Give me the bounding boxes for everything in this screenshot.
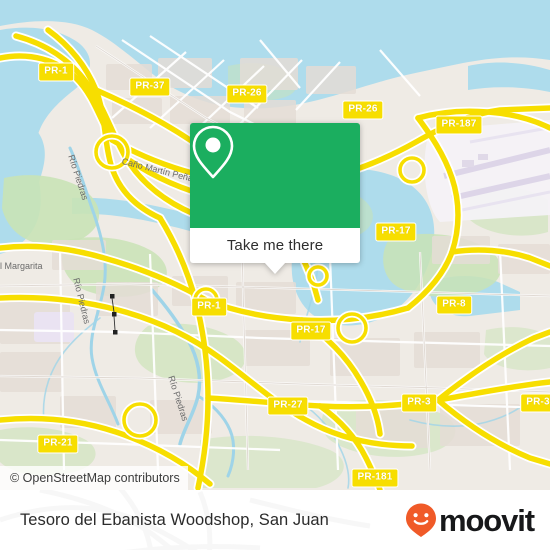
moovit-logo[interactable]: moovit (404, 502, 535, 538)
road-shield: PR-187 (435, 115, 483, 135)
moovit-wordmark: moovit (438, 502, 535, 538)
road-shield: PR-181 (351, 468, 399, 488)
map-pin-icon (192, 125, 234, 179)
popup-footer[interactable]: Take me there (190, 228, 360, 274)
road-shield: PR-37 (129, 77, 171, 97)
road-shield: PR-1 (38, 62, 74, 82)
map-label-margarita: l Margarita (0, 261, 43, 271)
road-shield: PR-21 (37, 434, 79, 454)
take-me-there-label: Take me there (226, 237, 324, 254)
popup-tail (264, 262, 286, 274)
road-shield: PR-26 (226, 84, 268, 104)
road-shield: PR-17 (375, 222, 417, 242)
road-shield: PR-3 (520, 393, 550, 413)
road-shield: PR-8 (436, 295, 472, 315)
road-shield: PR-1 (191, 297, 227, 317)
moovit-map-share-card: PR-1 PR-37 PR-26 PR-26 PR-187 PR-17 PR-1… (0, 0, 550, 550)
location-popup[interactable]: Take me there (190, 123, 360, 274)
map-canvas[interactable]: PR-1 PR-37 PR-26 PR-26 PR-187 PR-17 PR-1… (0, 0, 550, 490)
road-shield: PR-17 (290, 321, 332, 341)
moovit-pin-icon (405, 503, 436, 537)
osm-attribution-text: © OpenStreetMap contributors (10, 471, 180, 485)
footer-bar: Tesoro del Ebanista Woodshop, San Juan m… (0, 490, 550, 550)
page-title: Tesoro del Ebanista Woodshop, San Juan (20, 510, 329, 529)
road-shield: PR-26 (342, 100, 384, 120)
osm-attribution[interactable]: © OpenStreetMap contributors (0, 466, 188, 490)
road-shield: PR-3 (401, 393, 437, 413)
road-shield: PR-27 (267, 396, 309, 416)
popup-header (190, 123, 360, 228)
